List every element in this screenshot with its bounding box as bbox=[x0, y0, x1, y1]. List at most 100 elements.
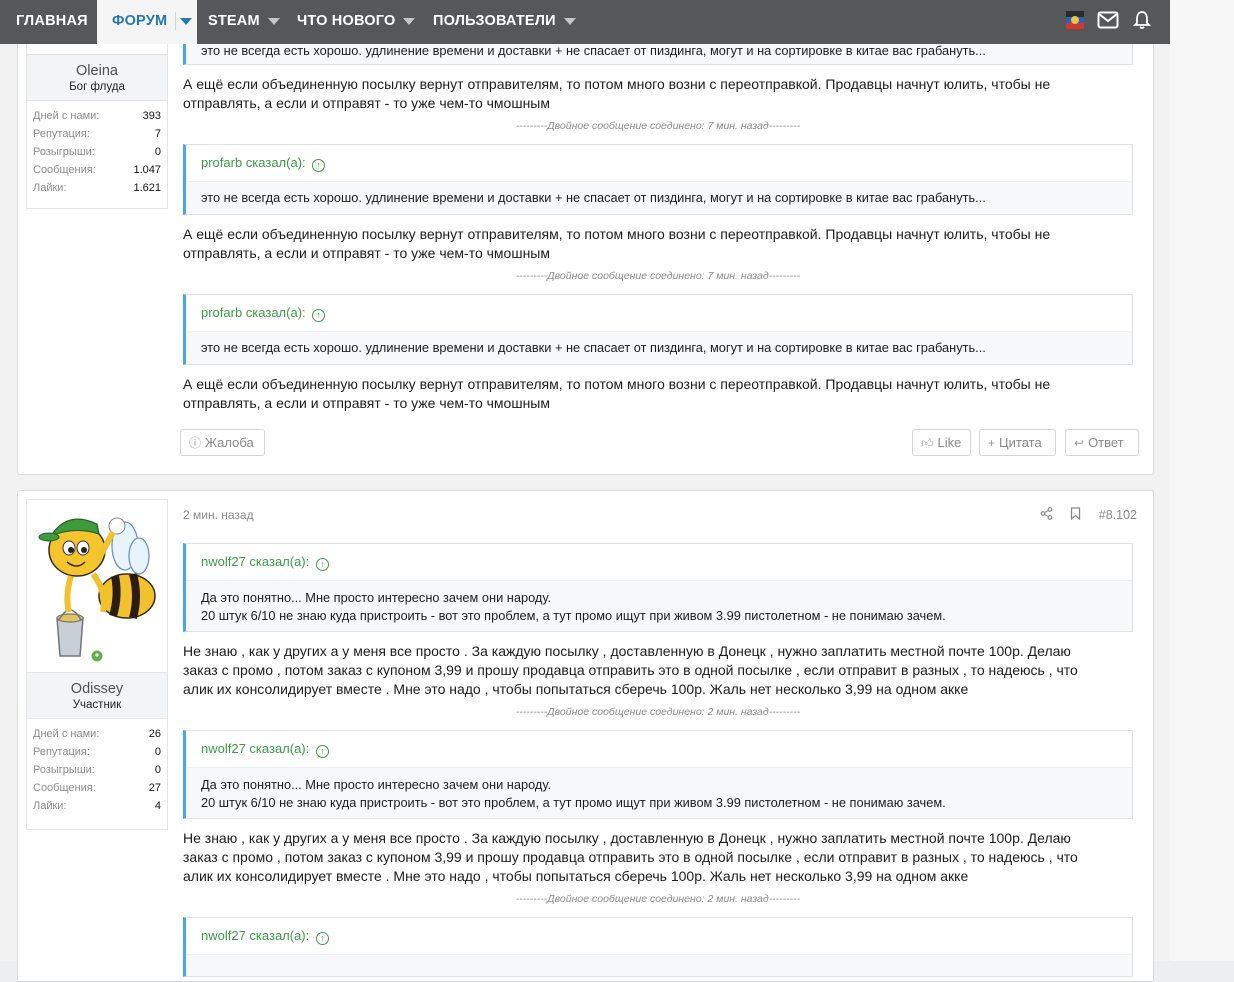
post-time[interactable]: 2 мин. назад bbox=[183, 508, 254, 522]
bell-icon[interactable] bbox=[1132, 10, 1152, 34]
stat-value: 26 bbox=[148, 728, 161, 740]
post-odissey: Odissey Участник Дней с нами: 26 Репутаци… bbox=[17, 490, 1154, 982]
flag-avatar-icon[interactable] bbox=[1065, 11, 1084, 33]
post-text: А ещё если объединенную посылку вернут о… bbox=[183, 375, 1133, 413]
stat-label: Розыгрыши: bbox=[33, 764, 95, 776]
text-line: Да это понятно... Мне просто интересно з… bbox=[201, 590, 552, 605]
arrow-up-icon[interactable]: ↑ bbox=[315, 932, 329, 945]
merged-note: ---------Двойное сообщение соединено: 7 … bbox=[515, 120, 801, 132]
username[interactable]: Odissey bbox=[27, 681, 167, 697]
stat-label: Репутация: bbox=[33, 128, 90, 140]
text-line: заказ с промо , потом заказ с купоном 3,… bbox=[183, 662, 1078, 678]
post-oleina: Oleina Бог флуда Дней с нами: 393 Репутац… bbox=[17, 0, 1154, 475]
quote-header[interactable]: nwolf27 сказал(а): ↑ bbox=[186, 544, 1132, 581]
text-line: алик их консолидирует вместе . Мне это н… bbox=[183, 681, 969, 697]
stat-likes: Лайки: 4 bbox=[33, 797, 161, 815]
nav-home[interactable]: ГЛАВНАЯ bbox=[0, 0, 95, 44]
post-number[interactable]: #8.102 bbox=[1099, 508, 1137, 522]
arrow-up-icon[interactable]: ↑ bbox=[312, 309, 326, 322]
quote-header[interactable]: profarb сказал(а): ↑ bbox=[186, 145, 1132, 182]
quote-text: это не всегда есть хорошо. удлинение вре… bbox=[201, 340, 986, 355]
quote-author[interactable]: nwolf27 сказал(а): bbox=[201, 554, 309, 569]
like-button[interactable]: 👍︎ Like bbox=[912, 429, 971, 456]
quote-author[interactable]: profarb сказал(а): bbox=[201, 305, 306, 320]
text-line: алик их консолидирует вместе . Мне это н… bbox=[183, 868, 969, 884]
stat-days: Дней с нами: 393 bbox=[33, 107, 161, 125]
text-line: отправлять, а если и отправят - то уже ч… bbox=[183, 245, 550, 261]
quote-block: nwolf27 сказал(а): ↑ bbox=[183, 917, 1133, 977]
stat-label: Лайки: bbox=[33, 182, 67, 194]
text-line: А ещё если объединенную посылку вернут о… bbox=[183, 376, 1051, 392]
nav-whats-new-label: ЧТО НОВОГО bbox=[297, 13, 396, 29]
arrow-up-icon[interactable]: ↑ bbox=[315, 558, 329, 571]
stat-value: 0 bbox=[154, 764, 161, 776]
nav-steam[interactable]: STEAM bbox=[208, 0, 280, 44]
bookmark-icon[interactable] bbox=[1070, 507, 1084, 523]
stat-label: Сообщения: bbox=[33, 782, 96, 794]
stat-value: 7 bbox=[154, 128, 161, 140]
merged-note: ---------Двойное сообщение соединено: 2 … bbox=[515, 706, 801, 718]
avatar[interactable] bbox=[27, 500, 167, 673]
merged-note: ---------Двойное сообщение соединено: 7 … bbox=[515, 270, 801, 282]
report-button[interactable]: ⓘ Жалоба bbox=[180, 429, 265, 456]
stat-messages: Сообщения: 1.047 bbox=[33, 161, 161, 179]
separator bbox=[175, 12, 177, 31]
quote-author[interactable]: profarb сказал(а): bbox=[201, 155, 306, 170]
stat-value: 4 bbox=[154, 800, 161, 812]
quote-block: nwolf27 сказал(а): ↑ Да это понятно... М… bbox=[183, 543, 1133, 632]
share-icon[interactable] bbox=[1040, 507, 1056, 523]
user-stats: Дней с нами: 26 Репутация: 0 Розыгрыши: 0 С… bbox=[27, 719, 167, 820]
stat-value: 0 bbox=[154, 146, 161, 158]
stat-likes: Лайки: 1.621 bbox=[33, 179, 161, 197]
nav-home-label: ГЛАВНАЯ bbox=[16, 13, 88, 29]
quote-header[interactable]: nwolf27 сказал(а): ↑ bbox=[186, 918, 1132, 955]
merged-note: ---------Двойное сообщение соединено: 2 … bbox=[515, 893, 801, 905]
text-line: заказ с промо , потом заказ с купоном 3,… bbox=[183, 849, 1078, 865]
user-title: Бог флуда bbox=[69, 81, 125, 93]
stat-giveaways: Розыгрыши: 0 bbox=[33, 143, 161, 161]
quote-header[interactable]: nwolf27 сказал(а): ↑ bbox=[186, 731, 1132, 768]
user-card: Odissey Участник Дней с нами: 26 Репутаци… bbox=[26, 499, 168, 830]
arrow-up-icon[interactable]: ↑ bbox=[315, 745, 329, 758]
nav-users[interactable]: ПОЛЬЗОВАТЕЛИ bbox=[433, 0, 576, 44]
quote-author[interactable]: nwolf27 сказал(а): bbox=[201, 741, 309, 756]
mail-icon[interactable] bbox=[1097, 11, 1119, 33]
quote-button[interactable]: + Цитата bbox=[979, 429, 1056, 456]
nav-users-label: ПОЛЬЗОВАТЕЛИ bbox=[433, 13, 556, 29]
text-line: 20 штук 6/10 не знаю куда пристроить - в… bbox=[201, 795, 946, 810]
quote-header[interactable]: profarb сказал(а): ↑ bbox=[186, 295, 1132, 332]
text-line: Да это понятно... Мне просто интересно з… bbox=[201, 777, 552, 792]
stat-value: 1.621 bbox=[133, 182, 161, 194]
post-text: Не знаю , как у других а у меня все прос… bbox=[183, 642, 1133, 699]
quote-author[interactable]: nwolf27 сказал(а): bbox=[201, 928, 309, 943]
post-text: А ещё если объединенную посылку вернут о… bbox=[183, 225, 1133, 263]
reply-button[interactable]: ↩ Ответ bbox=[1065, 429, 1139, 456]
stat-days: Дней с нами: 26 bbox=[33, 725, 161, 743]
user-title: Участник bbox=[72, 699, 122, 711]
stat-label: Репутация: bbox=[33, 746, 90, 758]
text-line: Не знаю , как у других а у меня все прос… bbox=[183, 830, 1071, 846]
plus-icon: + bbox=[988, 436, 996, 450]
chevron-down-icon[interactable] bbox=[403, 17, 416, 25]
report-label: Жалоба bbox=[205, 435, 254, 450]
nav-whats-new[interactable]: ЧТО НОВОГО bbox=[297, 0, 416, 44]
arrow-up-icon[interactable]: ↑ bbox=[312, 159, 326, 172]
chevron-down-icon[interactable] bbox=[180, 17, 193, 25]
nav-forum[interactable]: ФОРУМ bbox=[97, 0, 197, 44]
username[interactable]: Oleina bbox=[27, 63, 167, 79]
quote-label: Цитата bbox=[999, 435, 1042, 450]
post-text: А ещё если объединенную посылку вернут о… bbox=[183, 75, 1133, 113]
stat-value: 27 bbox=[148, 782, 161, 794]
text-line: А ещё если объединенную посылку вернут о… bbox=[183, 226, 1051, 242]
username-block: Oleina Бог флуда bbox=[27, 55, 167, 101]
right-gutter bbox=[1170, 0, 1234, 961]
nav-steam-label: STEAM bbox=[208, 13, 260, 29]
post-text: Не знаю , как у других а у меня все прос… bbox=[183, 829, 1133, 886]
quote-block: profarb сказал(а): ↑ это не всегда есть … bbox=[183, 144, 1133, 215]
like-label: Like bbox=[937, 435, 962, 450]
stat-messages: Сообщения: 27 bbox=[33, 779, 161, 797]
top-navigation: ГЛАВНАЯ ФОРУМ STEAM ЧТО НОВОГО ПОЛЬЗОВАТ… bbox=[0, 0, 1170, 44]
chevron-down-icon[interactable] bbox=[267, 17, 280, 25]
alert-icon: ⓘ bbox=[189, 436, 202, 450]
chevron-down-icon[interactable] bbox=[563, 17, 576, 25]
